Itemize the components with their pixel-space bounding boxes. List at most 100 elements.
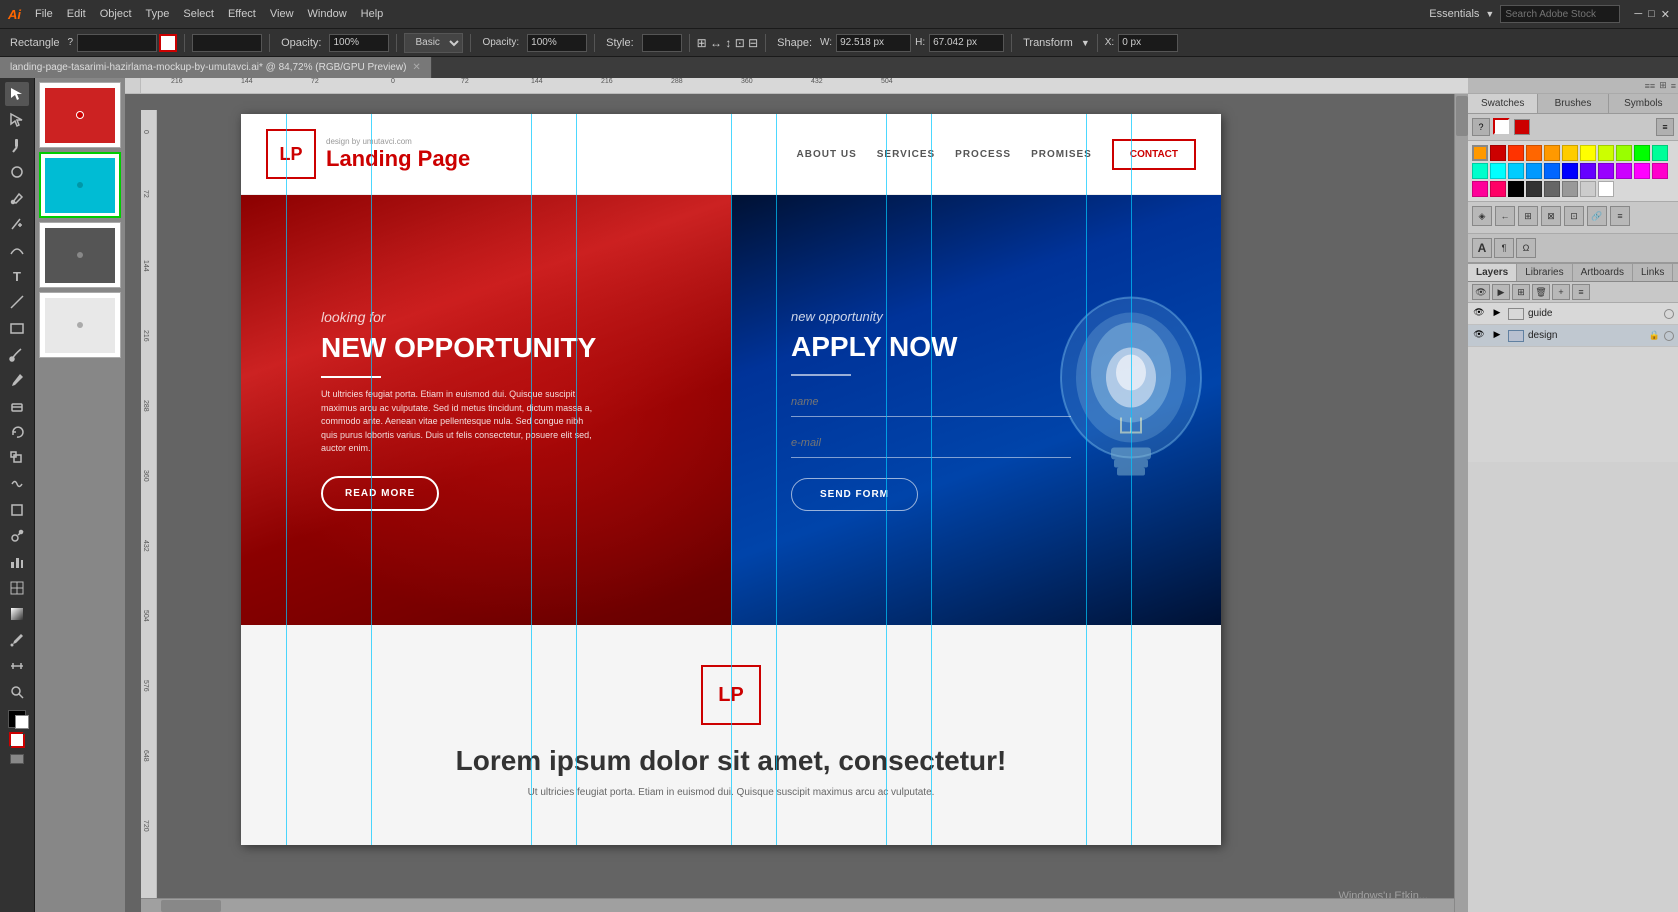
pen-tool[interactable]: [5, 186, 29, 210]
swatch-mid-gray[interactable]: [1544, 181, 1560, 197]
send-form-btn[interactable]: SEND FORM: [791, 478, 918, 511]
swatch-menu-btn[interactable]: ≡: [1656, 118, 1674, 136]
fill-color[interactable]: [8, 710, 26, 728]
layer-arrow-guide[interactable]: ▶: [1490, 307, 1504, 321]
stroke-color-swatch[interactable]: [159, 34, 177, 52]
opacity-input2[interactable]: [527, 34, 587, 52]
appearance-btn-3[interactable]: ⊞: [1518, 206, 1538, 226]
stroke-color[interactable]: [15, 715, 29, 729]
swatch-purple-magenta[interactable]: [1616, 163, 1632, 179]
nav-about-us[interactable]: ABOUT US: [797, 149, 857, 160]
line-tool[interactable]: [5, 290, 29, 314]
screen-mode-btns[interactable]: [10, 754, 24, 764]
layer-row-guide[interactable]: 👁 ▶ guide: [1468, 303, 1678, 325]
menu-select[interactable]: Select: [177, 6, 220, 22]
fill-input[interactable]: [192, 34, 262, 52]
tab-symbols[interactable]: Symbols: [1609, 94, 1678, 113]
add-anchor-tool[interactable]: [5, 212, 29, 236]
measure-tool[interactable]: [5, 654, 29, 678]
tab-artboards[interactable]: Artboards: [1573, 264, 1633, 281]
magic-wand-tool[interactable]: [5, 134, 29, 158]
curvature-tool[interactable]: [5, 238, 29, 262]
lasso-tool[interactable]: [5, 160, 29, 184]
thumbnail-2[interactable]: [39, 152, 121, 218]
eraser-tool[interactable]: [5, 394, 29, 418]
appearance-btn-5[interactable]: ⊡: [1564, 206, 1584, 226]
swatch-black[interactable]: [1508, 181, 1524, 197]
style-select[interactable]: Basic: [404, 33, 463, 53]
swatch-deep-pink[interactable]: [1490, 181, 1506, 197]
zoom-tool[interactable]: [5, 680, 29, 704]
normal-screen[interactable]: [10, 754, 24, 764]
swatch-dark-gray[interactable]: [1526, 181, 1542, 197]
layer-dot-design[interactable]: [1664, 331, 1674, 341]
color-selector[interactable]: [8, 710, 26, 728]
swatch-green-cyan[interactable]: [1652, 145, 1668, 161]
layer-lock-design[interactable]: 🔒: [1649, 330, 1660, 341]
menu-type[interactable]: Type: [140, 6, 176, 22]
swatch-orange-red[interactable]: [1526, 145, 1542, 161]
swatch-cyan[interactable]: [1490, 163, 1506, 179]
thumbnail-4[interactable]: [39, 292, 121, 358]
mesh-tool[interactable]: [5, 576, 29, 600]
tab-swatches[interactable]: Swatches: [1468, 94, 1538, 113]
tab-brushes[interactable]: Brushes: [1538, 94, 1608, 113]
menu-object[interactable]: Object: [94, 6, 138, 22]
panel-list-view-btn[interactable]: ≡≡: [1645, 81, 1656, 91]
layer-visibility-btn[interactable]: 👁: [1472, 284, 1490, 300]
horizontal-scrollbar[interactable]: [141, 898, 1454, 912]
tab-links[interactable]: Links: [1633, 264, 1673, 281]
menu-effect[interactable]: Effect: [222, 6, 262, 22]
type-btn-align[interactable]: Ω: [1516, 238, 1536, 258]
swatch-red[interactable]: [1508, 145, 1524, 161]
swatch-blue[interactable]: [1544, 163, 1560, 179]
layer-make-btn[interactable]: ⊞: [1512, 284, 1530, 300]
layer-row-design[interactable]: 👁 ▶ design 🔒: [1468, 325, 1678, 347]
menu-window[interactable]: Window: [302, 6, 353, 22]
restore-btn[interactable]: □: [1648, 8, 1655, 20]
email-input[interactable]: [791, 429, 1071, 458]
none-color[interactable]: [9, 732, 25, 748]
appearance-btn-4[interactable]: ⊠: [1541, 206, 1561, 226]
swatch-magenta[interactable]: [1634, 163, 1650, 179]
direct-selection-tool[interactable]: [5, 108, 29, 132]
none-color-switcher[interactable]: [9, 732, 25, 748]
menu-file[interactable]: File: [29, 6, 59, 22]
transform-label[interactable]: Transform: [1019, 37, 1077, 49]
swatch-magenta-red[interactable]: [1652, 163, 1668, 179]
panel-grid-view-btn[interactable]: ⊞: [1659, 80, 1667, 91]
canvas-area[interactable]: 216 144 72 0 72 144 216 288 360 432 504 …: [125, 78, 1468, 912]
swatch-blue-purple[interactable]: [1580, 163, 1596, 179]
swatch-light-gray[interactable]: [1580, 181, 1596, 197]
canvas-content[interactable]: 0 72 144 216 288 360 432 504 576 648 720: [141, 94, 1468, 912]
layer-add-btn[interactable]: +: [1552, 284, 1570, 300]
tab-close-btn[interactable]: ✕: [412, 62, 420, 73]
swatch-green-yellow[interactable]: [1616, 145, 1632, 161]
stroke-input[interactable]: [77, 34, 157, 52]
swatch-gray[interactable]: [1562, 181, 1578, 197]
swatch-white[interactable]: [1598, 181, 1614, 197]
vertical-scrollbar[interactable]: [1454, 94, 1468, 912]
swatch-question-btn[interactable]: ?: [1472, 118, 1490, 136]
scale-tool[interactable]: [5, 446, 29, 470]
menu-help[interactable]: Help: [355, 6, 390, 22]
layer-dot-guide[interactable]: [1664, 309, 1674, 319]
swatch-cyan-blue[interactable]: [1508, 163, 1524, 179]
swatch-yellow-green[interactable]: [1598, 145, 1614, 161]
selection-tool[interactable]: [5, 82, 29, 106]
height-input[interactable]: [929, 34, 1004, 52]
layer-eye-design[interactable]: 👁: [1472, 329, 1486, 343]
contact-button[interactable]: CONTACT: [1112, 139, 1196, 170]
x-input[interactable]: [1118, 34, 1178, 52]
read-more-btn[interactable]: READ MORE: [321, 476, 439, 511]
swatch-blue-pure[interactable]: [1562, 163, 1578, 179]
nav-process[interactable]: PROCESS: [955, 149, 1011, 160]
warp-tool[interactable]: [5, 472, 29, 496]
type-btn-A[interactable]: A: [1472, 238, 1492, 258]
name-input[interactable]: [791, 388, 1071, 417]
rotate-tool[interactable]: [5, 420, 29, 444]
menu-view[interactable]: View: [264, 6, 300, 22]
swatch-yellow-orange[interactable]: [1562, 145, 1578, 161]
search-input[interactable]: [1500, 5, 1620, 23]
nav-services[interactable]: SERVICES: [877, 149, 935, 160]
